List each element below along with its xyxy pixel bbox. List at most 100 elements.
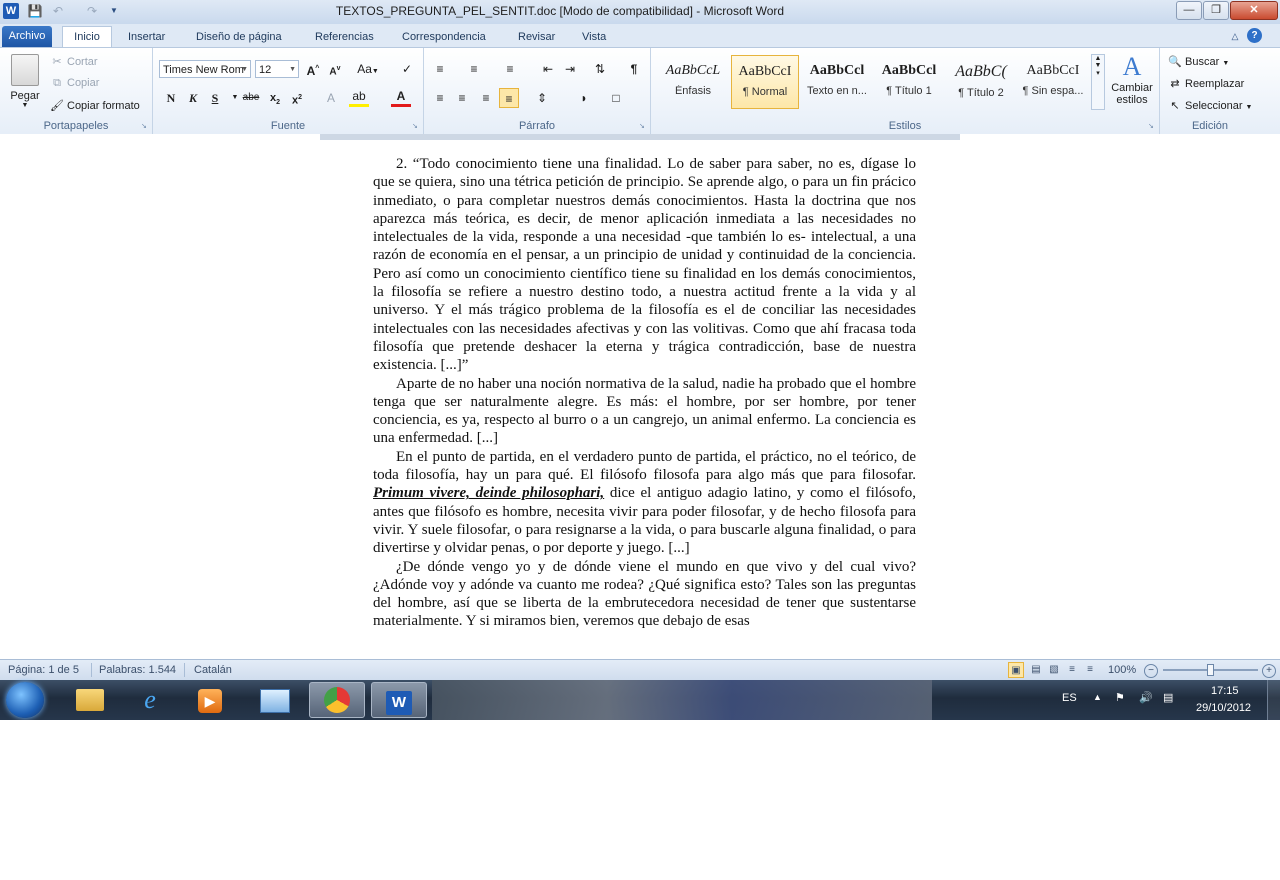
tab-diseno-pagina[interactable]: Diseño de página xyxy=(192,28,286,47)
clear-formatting-icon[interactable]: ✓ xyxy=(397,59,417,79)
styles-launcher-icon[interactable]: ↘ xyxy=(1148,123,1156,131)
find-button[interactable]: 🔍 Buscar ▼ xyxy=(1168,55,1229,68)
borders-icon[interactable]: □ xyxy=(606,88,626,108)
strikethrough-icon[interactable]: abe xyxy=(241,88,261,108)
style-sample: AaBbCcl xyxy=(809,63,865,78)
cut-button[interactable]: ✂ Cortar xyxy=(50,55,97,68)
paste-dropdown-icon: ▼ xyxy=(21,102,29,109)
clock-time[interactable]: 17:15 xyxy=(1211,685,1239,697)
web-layout-icon[interactable]: ▧ xyxy=(1046,662,1062,678)
input-language[interactable]: ES xyxy=(1062,692,1077,704)
zoom-slider-thumb[interactable] xyxy=(1207,664,1214,676)
tab-insertar[interactable]: Insertar xyxy=(124,28,169,47)
align-center-icon[interactable]: ≡ xyxy=(452,88,472,108)
style-texto-en-negrita[interactable]: AaBbCcl Texto en n... xyxy=(803,55,871,109)
increase-indent-icon[interactable]: ⇥ xyxy=(560,59,580,79)
media-player-icon[interactable]: ▶ xyxy=(182,682,238,718)
action-center-icon[interactable]: ⚑ xyxy=(1115,691,1125,704)
justify-icon[interactable]: ≡ xyxy=(499,88,519,108)
tab-revisar[interactable]: Revisar xyxy=(514,28,559,47)
word-count[interactable]: Palabras: 1.544 xyxy=(99,664,176,676)
paste-button[interactable]: Pegar ▼ xyxy=(8,54,42,112)
explorer-icon[interactable] xyxy=(62,682,118,718)
shrink-font-label: A xyxy=(329,66,337,78)
format-painter-button[interactable]: 🖌 Copiar formato xyxy=(50,99,140,112)
paragraph-launcher-icon[interactable]: ↘ xyxy=(639,123,647,131)
decrease-indent-icon[interactable]: ⇤ xyxy=(538,59,558,79)
bold-icon[interactable]: N xyxy=(161,88,181,108)
italic-icon[interactable]: K xyxy=(183,88,203,108)
underline-icon[interactable]: S xyxy=(205,88,225,108)
network-icon[interactable]: ▤ xyxy=(1163,691,1173,704)
sort-icon[interactable]: ⇅ xyxy=(590,59,610,79)
highlight-icon[interactable]: ab xyxy=(349,88,369,107)
style-titulo-2[interactable]: AaBbC(¶ Título 2 xyxy=(947,55,1015,109)
font-launcher-icon[interactable]: ↘ xyxy=(412,123,420,131)
replace-button[interactable]: ⇄ Reemplazar xyxy=(1168,77,1244,90)
show-formatting-icon[interactable]: ¶ xyxy=(624,59,644,79)
font-color-icon[interactable]: A xyxy=(391,88,411,107)
volume-icon[interactable]: 🔊 xyxy=(1139,691,1153,704)
zoom-in-icon[interactable]: + xyxy=(1262,664,1276,678)
shading-icon[interactable]: ◗ xyxy=(574,88,594,108)
change-styles-button[interactable]: A Cambiar estilos xyxy=(1109,52,1155,106)
copy-button[interactable]: ⧉ Copiar xyxy=(50,77,99,90)
maximize-button[interactable]: ❐ xyxy=(1203,1,1229,20)
tab-vista[interactable]: Vista xyxy=(578,28,610,47)
close-button[interactable]: ✕ xyxy=(1230,1,1278,20)
tab-archivo[interactable]: Archivo xyxy=(2,26,52,47)
clipboard-launcher-icon[interactable]: ↘ xyxy=(141,123,149,131)
shrink-font-button[interactable]: Av xyxy=(325,59,345,79)
minimize-ribbon-icon[interactable]: △ xyxy=(1228,29,1242,43)
language-indicator[interactable]: Catalán xyxy=(194,664,232,676)
outline-icon[interactable]: ≡ xyxy=(1064,662,1080,678)
internet-explorer-icon[interactable]: e xyxy=(122,682,178,718)
style-normal[interactable]: AaBbCcI ¶ Normal xyxy=(731,55,799,109)
select-button[interactable]: ↖ Seleccionar ▼ xyxy=(1168,99,1252,112)
tab-correspondencia[interactable]: Correspondencia xyxy=(398,28,490,47)
show-hidden-icons-icon[interactable]: ▲ xyxy=(1093,692,1102,702)
chrome-icon[interactable] xyxy=(309,682,365,718)
style-name: Énfasis xyxy=(674,85,712,97)
start-button[interactable] xyxy=(6,682,44,718)
text-effects-icon[interactable]: A xyxy=(321,88,341,108)
vertical-scrollbar[interactable] xyxy=(1268,134,1280,659)
line-spacing-icon[interactable]: ⇕ xyxy=(532,88,552,108)
word-taskbar-icon[interactable]: W xyxy=(371,682,427,718)
numbering-icon[interactable]: ≡ xyxy=(464,59,484,79)
status-bar: Página: 1 de 5 Palabras: 1.544 Catalán ▣… xyxy=(0,659,1280,681)
style-enfasis[interactable]: AaBbCcL Énfasis xyxy=(659,55,727,109)
font-family-dropdown[interactable]: Times New Rom ▼ xyxy=(159,60,251,78)
remote-desktop-icon[interactable] xyxy=(247,682,303,718)
help-icon[interactable]: ? xyxy=(1247,28,1262,43)
draft-icon[interactable]: ≡ xyxy=(1082,662,1098,678)
show-desktop-button[interactable] xyxy=(1267,680,1280,720)
document-page[interactable]: 2. “Todo conocimiento tiene una finalida… xyxy=(373,155,916,631)
document-area[interactable]: 2. “Todo conocimiento tiene una finalida… xyxy=(0,134,1280,659)
clock-date[interactable]: 29/10/2012 xyxy=(1196,702,1251,714)
format-painter-label: Copiar formato xyxy=(67,100,140,112)
zoom-out-icon[interactable]: − xyxy=(1144,664,1158,678)
change-case-button[interactable]: Aa▼ xyxy=(355,59,381,79)
minimize-button[interactable]: — xyxy=(1176,1,1202,20)
style-name: ¶ Normal xyxy=(742,86,788,98)
title-bar: W 💾 ↶ ↷ ▼ TEXTOS_PREGUNTA_PEL_SENTIT.doc… xyxy=(0,0,1280,25)
align-right-icon[interactable]: ≡ xyxy=(476,88,496,108)
page-count[interactable]: Página: 1 de 5 xyxy=(8,664,79,676)
zoom-level[interactable]: 100% xyxy=(1108,664,1136,676)
font-size-dropdown[interactable]: 12 ▼ xyxy=(255,60,299,78)
tab-inicio[interactable]: Inicio xyxy=(62,26,112,48)
bullets-icon[interactable]: ≡ xyxy=(430,59,450,79)
superscript-icon[interactable]: x2 xyxy=(287,88,307,108)
print-layout-icon[interactable]: ▣ xyxy=(1008,662,1024,678)
grow-font-button[interactable]: A^ xyxy=(303,59,323,79)
subscript-icon[interactable]: x2 xyxy=(265,88,285,108)
align-left-icon[interactable]: ≡ xyxy=(430,88,450,108)
tab-referencias[interactable]: Referencias xyxy=(311,28,378,47)
style-sin-espaciado[interactable]: AaBbCcI ¶ Sin espa... xyxy=(1019,55,1087,109)
full-screen-reading-icon[interactable]: ▤ xyxy=(1028,662,1044,678)
style-titulo-1[interactable]: AaBbCcl ¶ Título 1 xyxy=(875,55,943,109)
paragraph: ¿De dónde vengo yo y de dónde viene el m… xyxy=(373,558,916,630)
styles-gallery-scroll[interactable]: ▲ ▼ ▾ xyxy=(1091,54,1105,110)
multilevel-list-icon[interactable]: ≡ xyxy=(500,59,520,79)
